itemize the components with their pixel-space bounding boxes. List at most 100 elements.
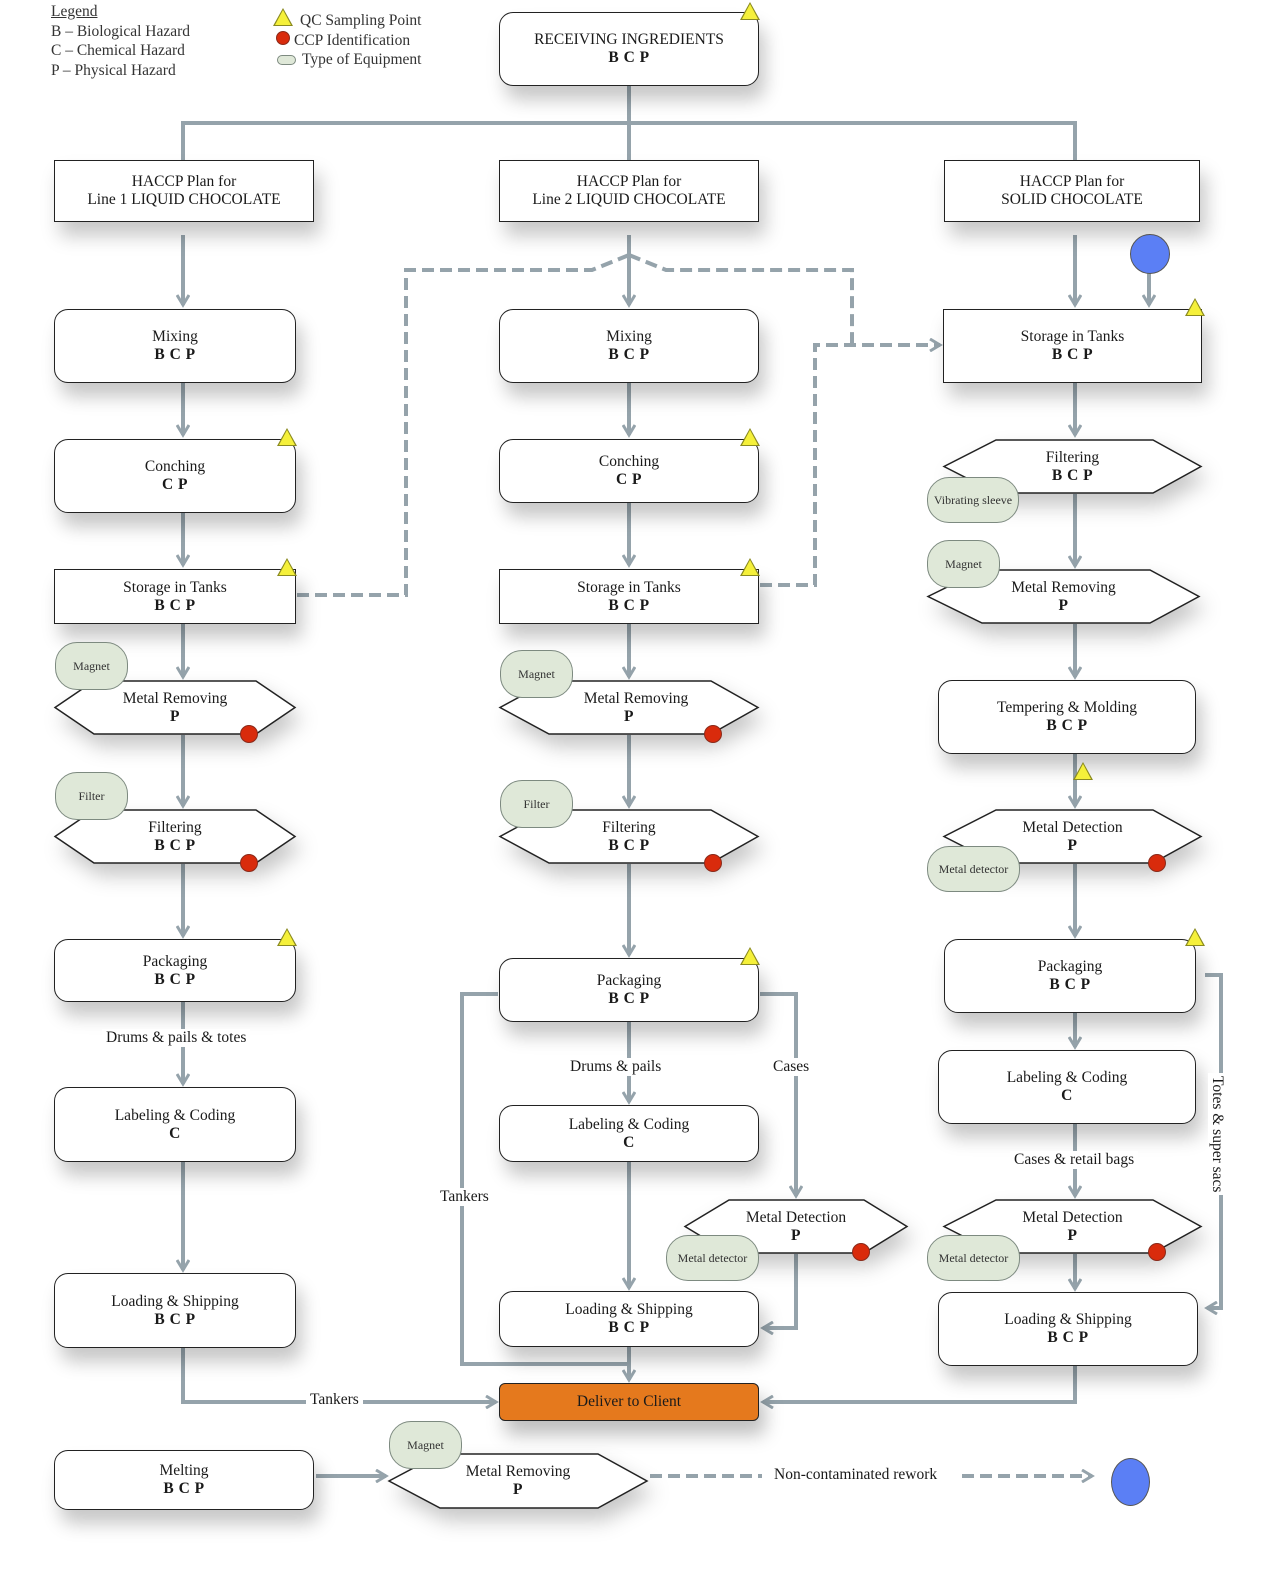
node-title: Tempering & Molding xyxy=(996,699,1138,716)
node-title: Mixing xyxy=(606,328,652,345)
deliver-to-client-node[interactable]: Deliver to Client xyxy=(499,1383,759,1421)
qc-triangle-icon xyxy=(277,928,297,946)
l1-mixing-node[interactable]: Mixing B C P xyxy=(54,309,296,383)
node-title: Packaging xyxy=(142,952,208,970)
ccp-circle-icon xyxy=(704,854,722,872)
haccp-flow-diagram: Legend B – Biological Hazard C – Chemica… xyxy=(0,0,1269,1586)
node-title: Storage in Tanks xyxy=(1020,328,1125,345)
qc-triangle-icon xyxy=(277,558,297,576)
qc-triangle-icon xyxy=(273,8,293,26)
s-loading-node[interactable]: Loading & Shipping B C P xyxy=(938,1292,1198,1366)
node-hazards: B C P xyxy=(1051,346,1094,363)
l2-mixing-node[interactable]: Mixing B C P xyxy=(499,309,759,383)
l2-cases-label: Cases xyxy=(769,1058,814,1076)
l2-packaging-node[interactable]: Packaging B C P xyxy=(499,958,759,1022)
node-hazards: B C P xyxy=(1047,1329,1089,1346)
node-hazards: B C P xyxy=(154,346,196,363)
node-title: Packaging xyxy=(1037,958,1103,975)
node-title: Loading & Shipping xyxy=(1004,1311,1132,1328)
node-title: Filtering xyxy=(1045,448,1100,466)
s-magnet-equipment: Magnet xyxy=(927,540,1000,588)
node-hazards: P xyxy=(513,1481,523,1498)
legend: Legend B – Biological Hazard C – Chemica… xyxy=(51,2,190,80)
legend-title: Legend xyxy=(51,3,98,20)
l2-loading-node[interactable]: Loading & Shipping B C P xyxy=(499,1291,759,1347)
l2-filter-equipment: Filter xyxy=(500,780,573,828)
plan-subtitle: Line 1 LIQUID CHOCOLATE xyxy=(87,191,281,208)
node-hazards: B C P xyxy=(608,596,650,614)
s-packaging-node[interactable]: Packaging B C P xyxy=(944,939,1196,1013)
l1-conching-node[interactable]: Conching C P xyxy=(54,439,296,513)
legend-equipment-label: Type of Equipment xyxy=(302,51,422,68)
ccp-circle-icon xyxy=(852,1243,870,1261)
plan-subtitle: Line 2 LIQUID CHOCOLATE xyxy=(532,191,726,208)
l2-storage-node[interactable]: Storage in Tanks B C P xyxy=(499,569,759,624)
node-title: Filtering xyxy=(602,818,656,836)
equipment-icon xyxy=(277,55,296,65)
node-title: Metal Detection xyxy=(1022,818,1123,836)
plan-solid-node[interactable]: HACCP Plan for SOLID CHOCOLATE xyxy=(944,160,1200,222)
l1-tankers-label: Tankers xyxy=(306,1391,363,1409)
plan-line2-node[interactable]: HACCP Plan for Line 2 LIQUID CHOCOLATE xyxy=(499,160,759,222)
rework-label: Non-contaminated rework xyxy=(770,1466,942,1484)
l1-storage-node[interactable]: Storage in Tanks B C P xyxy=(54,569,296,624)
node-title: Conching xyxy=(144,458,206,475)
node-hazards: P xyxy=(1067,1226,1078,1244)
node-title: Metal Removing xyxy=(583,689,689,707)
node-title: Metal Removing xyxy=(1011,578,1116,596)
plan-title: HACCP Plan for xyxy=(131,173,237,190)
l2-conching-node[interactable]: Conching C P xyxy=(499,439,759,503)
qc-triangle-icon xyxy=(277,428,297,446)
s-metal-detector-equipment: Metal detector xyxy=(927,846,1020,892)
link-l1-storage-to-l2-dashed xyxy=(297,253,630,597)
node-hazards: B C P xyxy=(163,1480,205,1497)
legend-ccp-label: CCP Identification xyxy=(294,32,411,49)
l2-magnet-equipment: Magnet xyxy=(500,650,573,698)
link-l2-storage-to-solid-dashed xyxy=(760,345,940,587)
link-l2-detect-loading xyxy=(763,1254,798,1328)
plan-title: HACCP Plan for xyxy=(1019,173,1125,190)
legend-chemical: C – Chemical Hazard xyxy=(51,42,185,59)
l2-labeling-node[interactable]: Labeling & Coding C xyxy=(499,1105,759,1162)
s-tempering-node[interactable]: Tempering & Molding B C P xyxy=(938,680,1196,754)
s-storage-node[interactable]: Storage in Tanks B C P xyxy=(943,309,1202,383)
node-title: Mixing xyxy=(152,328,198,345)
qc-triangle-icon xyxy=(1185,928,1205,946)
node-title: Metal Detection xyxy=(1022,1208,1123,1226)
node-hazards: B C P xyxy=(1049,976,1091,993)
link-l2-cases xyxy=(760,992,796,1196)
node-hazards: C xyxy=(1061,1087,1073,1104)
node-hazards: P xyxy=(791,1226,801,1244)
s-cases-label: Cases & retail bags xyxy=(1010,1151,1139,1169)
node-hazards: B C P xyxy=(608,1319,650,1336)
receiving-ingredients-node[interactable]: RECEIVING INGREDIENTS B C P xyxy=(499,12,759,86)
node-hazards: B C P xyxy=(1051,466,1094,484)
node-title: Metal Removing xyxy=(465,1463,571,1480)
l1-loading-node[interactable]: Loading & Shipping B C P xyxy=(54,1273,296,1348)
node-hazards: B C P xyxy=(154,1310,196,1328)
node-hazards: B C P xyxy=(154,596,196,614)
qc-triangle-icon xyxy=(740,428,760,446)
legend-physical: P – Physical Hazard xyxy=(51,61,176,79)
node-title: Metal Detection xyxy=(745,1208,847,1226)
melting-node[interactable]: Melting B C P xyxy=(54,1450,314,1510)
l2-tankers-label: Tankers xyxy=(436,1188,493,1206)
ccp-circle-icon xyxy=(276,31,290,45)
node-title: Loading & Shipping xyxy=(111,1292,239,1310)
node-title: Deliver to Client xyxy=(576,1393,682,1410)
plan-title: HACCP Plan for xyxy=(576,173,682,190)
l2-drums-label: Drums & pails xyxy=(566,1058,666,1076)
node-hazards: P xyxy=(1067,836,1078,854)
node-title: Labeling & Coding xyxy=(114,1106,236,1124)
node-hazards: C P xyxy=(161,476,189,493)
node-title: Labeling & Coding xyxy=(1006,1069,1128,1086)
l1-magnet-equipment: Magnet xyxy=(55,642,128,690)
qc-triangle-icon xyxy=(1185,298,1205,316)
ccp-circle-icon xyxy=(1148,1243,1166,1261)
l1-packaging-node[interactable]: Packaging B C P xyxy=(54,939,296,1002)
plan-subtitle: SOLID CHOCOLATE xyxy=(1001,191,1143,208)
l1-labeling-node[interactable]: Labeling & Coding C xyxy=(54,1087,296,1162)
s-labeling-node[interactable]: Labeling & Coding C xyxy=(938,1050,1196,1124)
plan-line1-node[interactable]: HACCP Plan for Line 1 LIQUID CHOCOLATE xyxy=(54,160,314,222)
node-hazards: C P xyxy=(615,471,643,488)
